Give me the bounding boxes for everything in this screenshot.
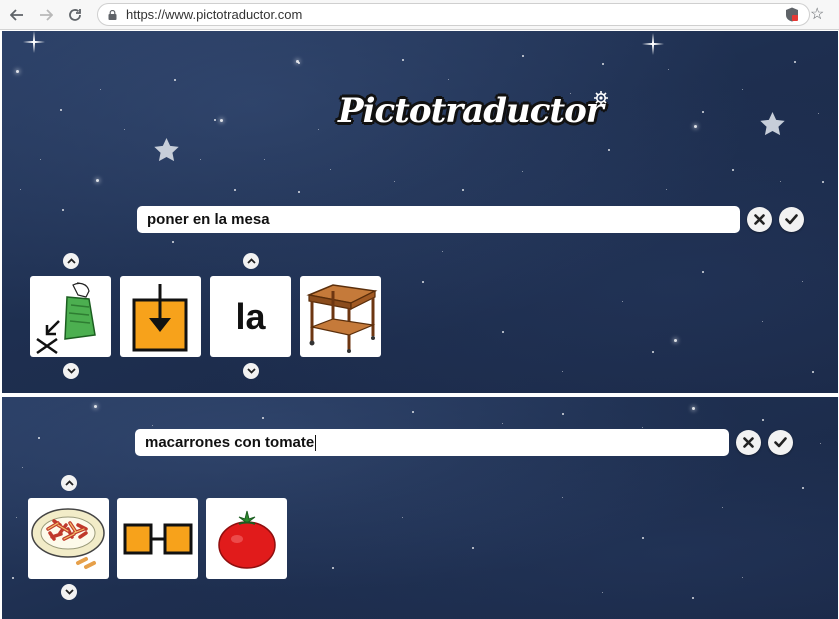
tomato-icon xyxy=(217,510,276,569)
back-arrow-icon[interactable] xyxy=(7,5,27,25)
put-hand-bag-icon xyxy=(35,281,96,354)
translator-panel-2: macarrones con tomate xyxy=(2,397,838,619)
browser-toolbar: https://www.pictotraductor.com ☆ xyxy=(0,0,839,30)
sparkle-icon xyxy=(642,33,664,55)
bookmark-star-icon[interactable]: ☆ xyxy=(810,4,824,24)
star-icon xyxy=(760,112,785,136)
clear-button[interactable] xyxy=(747,207,772,232)
pictogram-card[interactable] xyxy=(206,498,287,579)
reload-icon[interactable] xyxy=(65,5,85,25)
pictogram-card[interactable] xyxy=(30,276,111,357)
next-pictogram-button[interactable] xyxy=(243,363,259,379)
chevron-down-icon xyxy=(246,368,256,374)
next-pictogram-button[interactable] xyxy=(63,363,79,379)
confirm-button[interactable] xyxy=(779,207,804,232)
previous-pictogram-button[interactable] xyxy=(243,253,259,269)
chevron-up-icon xyxy=(64,480,74,486)
pictogram-card[interactable] xyxy=(28,498,109,579)
clear-button[interactable] xyxy=(736,430,761,455)
app-logo: Pictotraductor xyxy=(338,91,604,131)
url-text: https://www.pictotraductor.com xyxy=(126,7,303,22)
translator-panel-1: Pictotraductor poner en la mesa la xyxy=(2,31,838,393)
chevron-up-icon xyxy=(66,258,76,264)
star-icon xyxy=(154,138,179,162)
table-icon xyxy=(305,283,377,353)
pictogram-card[interactable]: la xyxy=(210,276,291,357)
pictogram-card[interactable] xyxy=(117,498,198,579)
pictogram-card[interactable] xyxy=(120,276,201,357)
check-icon xyxy=(785,214,798,225)
chevron-down-icon xyxy=(66,368,76,374)
extension-icon[interactable] xyxy=(785,7,799,22)
text-caret xyxy=(315,435,317,452)
check-icon xyxy=(774,437,787,448)
translate-input-value: poner en la mesa xyxy=(147,211,270,228)
translate-input[interactable]: macarrones con tomate xyxy=(135,429,729,456)
sparkle-icon xyxy=(23,31,45,53)
linked-boxes-icon xyxy=(123,523,192,554)
forward-arrow-icon[interactable] xyxy=(36,5,56,25)
pictogram-word: la xyxy=(235,295,266,337)
next-pictogram-button[interactable] xyxy=(61,584,77,600)
pictogram-card[interactable] xyxy=(300,276,381,357)
address-bar[interactable]: https://www.pictotraductor.com xyxy=(97,3,810,26)
macaroni-plate-icon xyxy=(30,507,105,569)
chevron-down-icon xyxy=(64,589,74,595)
close-icon xyxy=(754,214,765,225)
translate-input-value: macarrones con tomate xyxy=(145,434,315,451)
confirm-button[interactable] xyxy=(768,430,793,455)
chevron-up-icon xyxy=(246,258,256,264)
previous-pictogram-button[interactable] xyxy=(61,475,77,491)
translate-input[interactable]: poner en la mesa xyxy=(137,206,740,233)
previous-pictogram-button[interactable] xyxy=(63,253,79,269)
settings-gear-icon[interactable] xyxy=(594,91,608,105)
close-icon xyxy=(743,437,754,448)
down-into-box-icon xyxy=(132,283,187,351)
lock-icon xyxy=(108,10,117,20)
